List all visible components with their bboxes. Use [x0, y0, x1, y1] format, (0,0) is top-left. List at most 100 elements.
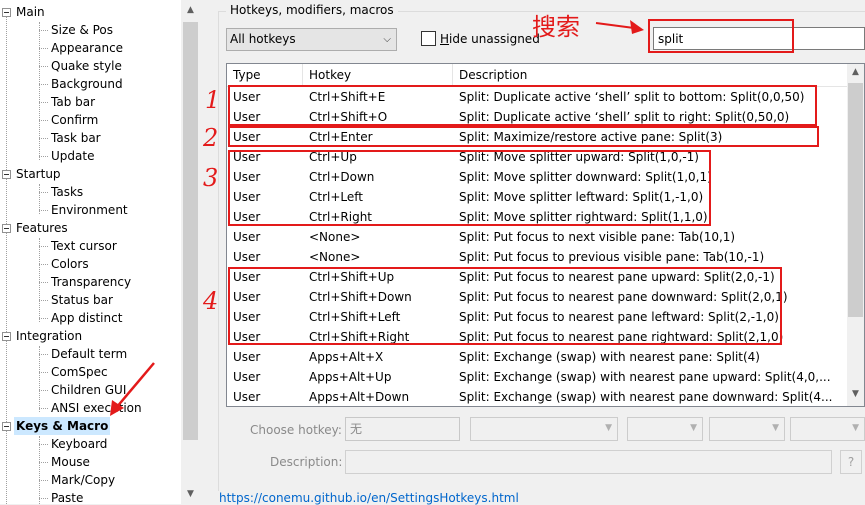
collapse-icon[interactable]: [2, 224, 11, 233]
tree-line: [39, 282, 48, 283]
table-row[interactable]: User Ctrl+Shift+Left Split: Put focus to n…: [227, 307, 847, 327]
tree-scrollbar[interactable]: ▲ ▼: [181, 0, 200, 504]
tree-line: [39, 354, 48, 355]
choose-hotkey-input[interactable]: 无: [345, 417, 460, 441]
modifier-combo-4[interactable]: ▼: [790, 417, 865, 441]
tree-item-mark-copy[interactable]: Mark/Copy: [51, 471, 115, 489]
collapse-icon[interactable]: [2, 332, 11, 341]
table-header: Type Hotkey Description: [227, 64, 847, 87]
tree-item-features[interactable]: Features: [16, 219, 68, 237]
tree-item-quake-style[interactable]: Quake style: [51, 57, 122, 75]
settings-tree[interactable]: Main Size & Pos Appearance Quake style Backg…: [0, 0, 200, 504]
tree-line: [39, 22, 40, 160]
tree-item-app-distinct[interactable]: App distinct: [51, 309, 122, 327]
tree-line: [39, 238, 40, 322]
hide-unassigned-checkbox[interactable]: [421, 31, 436, 46]
table-row[interactable]: User Ctrl+Right Split: Move splitter right…: [227, 207, 847, 227]
tree-item-status-bar[interactable]: Status bar: [51, 291, 113, 309]
cell-description: Split: Duplicate active ‘shell’ split to…: [459, 110, 790, 124]
modifier-combo-1[interactable]: ▼: [470, 417, 618, 441]
scroll-up-icon[interactable]: ▲: [181, 2, 200, 19]
tree-item-tasks[interactable]: Tasks: [51, 183, 83, 201]
cell-hotkey: Ctrl+Shift+E: [309, 90, 386, 104]
table-scrollbar[interactable]: ▲ ▼: [847, 64, 864, 406]
collapse-icon[interactable]: [2, 422, 11, 431]
cell-hotkey: <None>: [309, 250, 361, 264]
cell-description: Split: Put focus to nearest pane downwar…: [459, 290, 788, 304]
hotkey-filter-select[interactable]: All hotkeys ⌵: [226, 28, 397, 51]
tree-item-text-cursor[interactable]: Text cursor: [51, 237, 117, 255]
chevron-down-icon: ▼: [852, 423, 859, 433]
tree-item-mouse[interactable]: Mouse: [51, 453, 90, 471]
tree-item-confirm[interactable]: Confirm: [51, 111, 98, 129]
table-row[interactable]: User Apps+Alt+Up Split: Exchange (swap) wi…: [227, 367, 847, 387]
tree-item-comspec[interactable]: ComSpec: [51, 363, 108, 381]
table-row[interactable]: User Ctrl+Enter Split: Maximize/restore ac…: [227, 127, 847, 147]
tree-item-integration[interactable]: Integration: [16, 327, 82, 345]
tree-item-update[interactable]: Update: [51, 147, 94, 165]
tree-item-keyboard[interactable]: Keyboard: [51, 435, 107, 453]
table-row[interactable]: User Apps+Alt+X Split: Exchange (swap) wit…: [227, 347, 847, 367]
table-row[interactable]: User Ctrl+Shift+E Split: Duplicate active …: [227, 87, 847, 107]
groupbox-border: [218, 11, 219, 491]
collapse-icon[interactable]: [2, 170, 11, 179]
modifier-combo-2[interactable]: ▼: [627, 417, 703, 441]
tree-item-paste[interactable]: Paste: [51, 489, 83, 504]
modifier-combo-3[interactable]: ▼: [709, 417, 785, 441]
table-row[interactable]: User Ctrl+Shift+O Split: Duplicate active …: [227, 107, 847, 127]
tree-item-size-pos[interactable]: Size & Pos: [51, 21, 113, 39]
tree-line: [39, 210, 48, 211]
tree-item-main[interactable]: Main: [16, 3, 45, 21]
table-row[interactable]: User <None> Split: Put focus to next visib…: [227, 227, 847, 247]
tree-line: [39, 498, 48, 499]
column-header-description[interactable]: Description: [453, 64, 847, 86]
scrollbar-thumb[interactable]: [183, 22, 198, 440]
tree-line: [39, 318, 48, 319]
search-input[interactable]: [653, 27, 865, 50]
cell-description: Split: Move splitter upward: Split(1,0,-…: [459, 150, 699, 164]
cell-description: Split: Move splitter downward: Split(1,0…: [459, 170, 712, 184]
tree-line: [39, 300, 48, 301]
table-row[interactable]: User Ctrl+Left Split: Move splitter leftwa…: [227, 187, 847, 207]
scroll-down-icon[interactable]: ▼: [847, 386, 864, 403]
tree-item-task-bar[interactable]: Task bar: [51, 129, 101, 147]
tree-item-transparency[interactable]: Transparency: [51, 273, 131, 291]
tree-item-background[interactable]: Background: [51, 75, 123, 93]
table-row[interactable]: User Ctrl+Down Split: Move splitter downwa…: [227, 167, 847, 187]
help-button[interactable]: ?: [840, 450, 862, 474]
cell-hotkey: Ctrl+Shift+Up: [309, 270, 395, 284]
table-row[interactable]: User Ctrl+Shift+Right Split: Put focus to …: [227, 327, 847, 347]
cell-type: User: [233, 110, 261, 124]
table-row[interactable]: User Ctrl+Shift+Up Split: Put focus to nea…: [227, 267, 847, 287]
tree-item-environment[interactable]: Environment: [51, 201, 128, 219]
tree-line: [39, 138, 48, 139]
hotkeys-table[interactable]: Type Hotkey Description User Ctrl+Shift+E…: [226, 63, 865, 407]
cell-type: User: [233, 270, 261, 284]
tree-item-keys-macro[interactable]: Keys & Macro: [14, 417, 111, 435]
chevron-down-icon: ▼: [605, 423, 612, 433]
hide-unassigned-label[interactable]: Hide unassigned: [440, 31, 540, 47]
table-row[interactable]: User <None> Split: Put focus to previous v…: [227, 247, 847, 267]
tree-item-tab-bar[interactable]: Tab bar: [51, 93, 95, 111]
annotation-mark-4: 4: [203, 287, 219, 315]
help-link[interactable]: https://conemu.github.io/en/SettingsHotk…: [219, 491, 519, 505]
hotkey-filter-value: All hotkeys: [230, 32, 296, 46]
table-row[interactable]: User Apps+Alt+Down Split: Exchange (swap) …: [227, 387, 847, 406]
collapse-icon[interactable]: [2, 8, 11, 17]
scroll-up-icon[interactable]: ▲: [847, 64, 864, 81]
table-row[interactable]: User Ctrl+Shift+Down Split: Put focus to n…: [227, 287, 847, 307]
scrollbar-thumb[interactable]: [848, 83, 863, 317]
tree-item-colors[interactable]: Colors: [51, 255, 89, 273]
cell-hotkey: Apps+Alt+Down: [309, 390, 410, 404]
tree-line: [39, 462, 48, 463]
tree-item-appearance[interactable]: Appearance: [51, 39, 123, 57]
tree-item-startup[interactable]: Startup: [16, 165, 61, 183]
tree-line: [39, 192, 48, 193]
tree-line: [39, 436, 40, 504]
scroll-down-icon[interactable]: ▼: [181, 486, 200, 503]
cell-hotkey: Apps+Alt+Up: [309, 370, 392, 384]
table-row[interactable]: User Ctrl+Up Split: Move splitter upward: …: [227, 147, 847, 167]
column-header-type[interactable]: Type: [227, 64, 303, 86]
tree-line: [39, 48, 48, 49]
column-header-hotkey[interactable]: Hotkey: [303, 64, 453, 86]
